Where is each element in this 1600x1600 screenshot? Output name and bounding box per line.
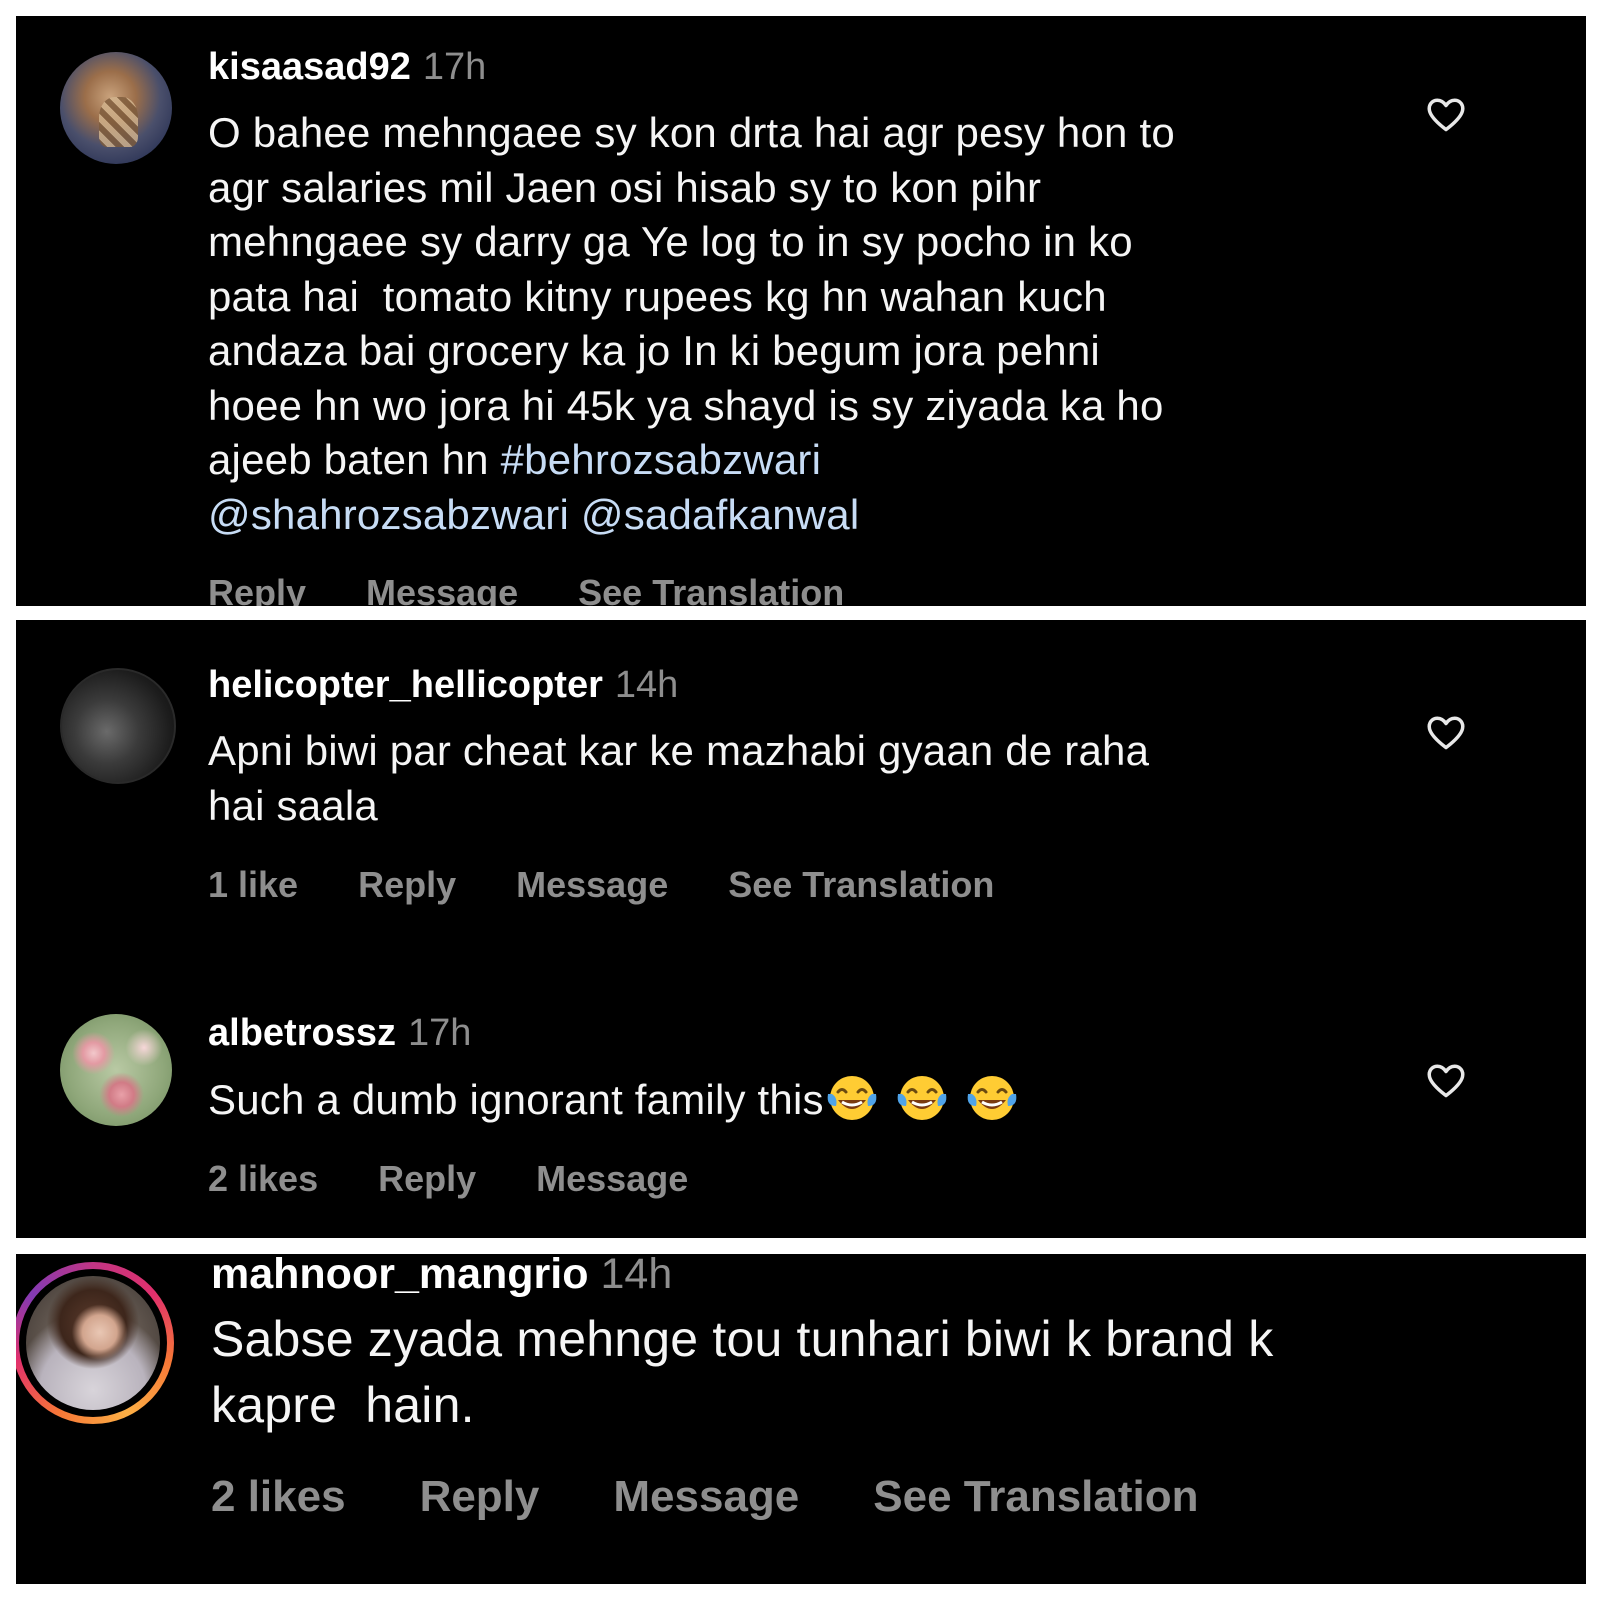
avatar[interactable] (60, 1014, 172, 1126)
comment-text-line: @shahrozsabzwari @sadafkanwal (208, 488, 1408, 543)
message-button[interactable]: Message (366, 572, 518, 606)
comment-username-line: albetrossz 17h (208, 1012, 471, 1055)
comment-time: 17h (407, 1012, 472, 1054)
username-link[interactable]: helicopter_hellicopter (208, 664, 603, 706)
likes-count[interactable]: 2 likes (208, 1158, 318, 1199)
heart-outline-icon[interactable] (1424, 710, 1468, 754)
message-button[interactable]: Message (536, 1158, 688, 1199)
comment-text: Apni biwi par cheat kar ke mazhabi gyaan… (208, 724, 1408, 833)
comment-text-line: andaza bai grocery ka jo In ki begum jor… (208, 327, 1100, 374)
likes-count[interactable]: 1 like (208, 864, 298, 905)
comment-text-line: hai saala (208, 781, 378, 829)
mention-link[interactable]: @sadafkanwal (581, 491, 860, 538)
comment-text: Sabse zyada mehnge tou tunhari biwi k br… (211, 1306, 1571, 1438)
comment-username-line: kisaasad92 17h (208, 46, 486, 89)
comment-time: 17h (422, 46, 487, 88)
comment-text-line: hoee hn wo jora hi 45k ya shayd is sy zi… (208, 381, 1164, 429)
comment-text: Such a dumb ignorant family this (208, 1072, 1034, 1128)
message-button[interactable]: Message (613, 1472, 799, 1521)
comment-username-line: helicopter_hellicopter 14h (208, 664, 678, 707)
comment-item: albetrossz 17h Such a dumb ignorant famil… (16, 990, 1586, 1238)
reply-button[interactable]: Reply (358, 864, 456, 905)
reply-button[interactable]: Reply (420, 1472, 540, 1521)
comment-text-line: mehngaee sy darry ga Ye log to in sy poc… (208, 218, 1133, 265)
avatar[interactable] (60, 668, 176, 784)
comment-item: kisaasad92 17h O bahee mehngaee sy kon dr… (16, 16, 1586, 606)
heart-outline-icon[interactable] (1424, 92, 1468, 136)
message-button[interactable]: Message (516, 864, 668, 905)
heart-outline-icon[interactable] (1424, 1058, 1468, 1102)
comment-actions: Reply Message See Translation (208, 572, 904, 606)
comment-text-line: pata hai tomato kitny rupees kg hn wahan… (208, 272, 1107, 320)
comment-text-fragment: Such a dumb ignorant family this (208, 1076, 824, 1123)
see-translation-button[interactable]: See Translation (873, 1472, 1198, 1521)
reply-button[interactable]: Reply (208, 572, 306, 606)
comment-actions: 2 likes Reply Message See Translation (211, 1472, 1259, 1522)
reply-button[interactable]: Reply (378, 1158, 476, 1199)
hashtag-link[interactable]: #behrozsabzwari (501, 436, 822, 483)
avatar[interactable] (26, 1276, 160, 1410)
comment-username-line: mahnoor_mangrio 14h (211, 1254, 672, 1299)
see-translation-button[interactable]: See Translation (728, 864, 994, 905)
avatar[interactable] (60, 52, 172, 164)
comment-panel-1: kisaasad92 17h O bahee mehngaee sy kon dr… (16, 16, 1586, 606)
username-link[interactable]: mahnoor_mangrio (211, 1254, 589, 1298)
comment-time: 14h (600, 1254, 673, 1298)
comment-actions: 1 like Reply Message See Translation (208, 864, 1054, 906)
comment-text-line: Apni biwi par cheat kar ke mazhabi gyaan… (208, 727, 1150, 774)
mention-link[interactable]: @shahrozsabzwari (208, 491, 569, 538)
face-with-tears-of-joy-icon (967, 1076, 1017, 1120)
comment-text-fragment: ajeeb baten hn (208, 436, 501, 483)
comment-text-line: kapre hain. (211, 1377, 475, 1433)
comment-item: mahnoor_mangrio 14h Sabse zyada mehnge to… (16, 1254, 1586, 1584)
comment-panel-2: helicopter_hellicopter 14h Apni biwi par … (16, 620, 1586, 1238)
comment-text-line: ajeeb baten hn #behrozsabzwari (208, 433, 1408, 488)
username-link[interactable]: kisaasad92 (208, 46, 411, 88)
comment-text-line: Sabse zyada mehnge tou tunhari biwi k br… (211, 1311, 1274, 1367)
see-translation-button[interactable]: See Translation (578, 572, 844, 606)
comment-time: 14h (614, 664, 679, 706)
likes-count[interactable]: 2 likes (211, 1472, 346, 1521)
comment-text: O bahee mehngaee sy kon drta hai agr pes… (208, 106, 1408, 542)
comment-text-line: O bahee mehngaee sy kon drta hai agr pes… (208, 109, 1175, 156)
comment-panel-3: mahnoor_mangrio 14h Sabse zyada mehnge to… (16, 1254, 1586, 1584)
username-link[interactable]: albetrossz (208, 1012, 396, 1054)
comment-item: helicopter_hellicopter 14h Apni biwi par … (16, 620, 1586, 950)
comment-text-line: agr salaries mil Jaen osi hisab sy to ko… (208, 163, 1042, 211)
comment-actions: 2 likes Reply Message (208, 1158, 748, 1200)
face-with-tears-of-joy-icon (827, 1076, 877, 1120)
face-with-tears-of-joy-icon (897, 1076, 947, 1120)
